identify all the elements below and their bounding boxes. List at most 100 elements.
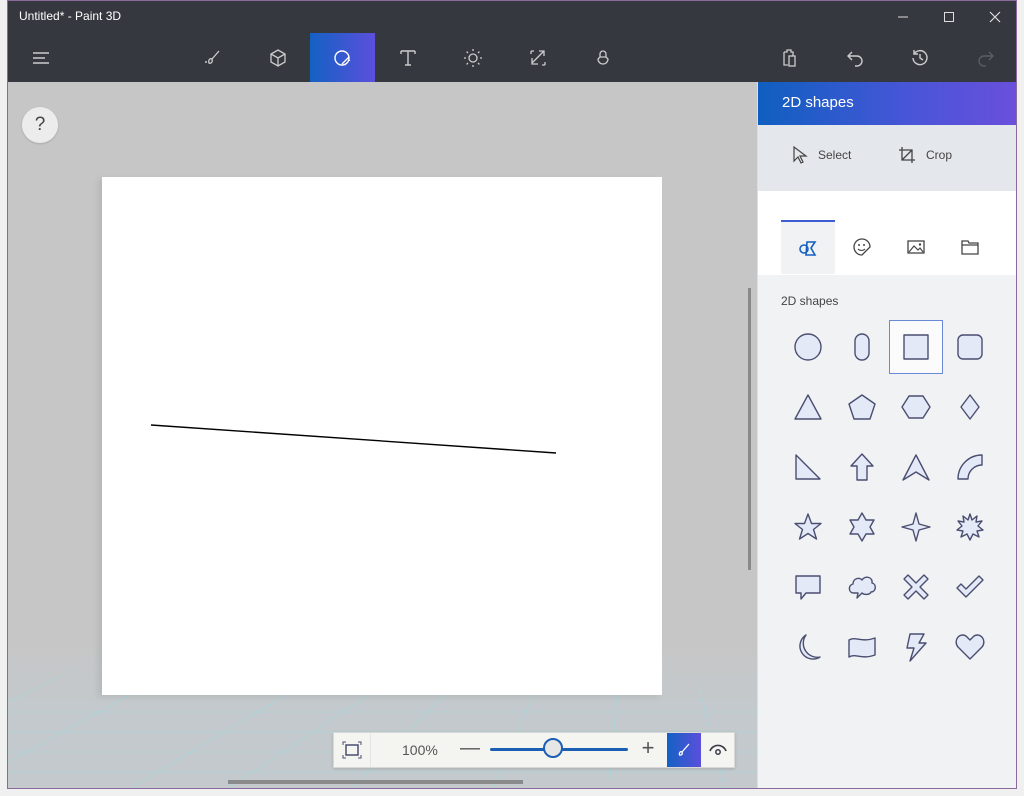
edit-mode-button[interactable] bbox=[667, 733, 701, 767]
minimize-icon bbox=[898, 16, 908, 18]
history-button[interactable] bbox=[887, 33, 952, 82]
oval-icon bbox=[854, 333, 870, 361]
undo-button[interactable] bbox=[822, 33, 887, 82]
paint-3d-window: Untitled* - Paint 3D ? 100% — + 2D shape… bbox=[7, 0, 1017, 789]
shape-star-5[interactable] bbox=[781, 500, 835, 554]
panel-tabs bbox=[758, 191, 1016, 275]
diamond-icon bbox=[960, 394, 980, 420]
select-crop-row: Select Crop bbox=[758, 125, 1016, 191]
select-label: Select bbox=[818, 148, 852, 162]
circle-icon bbox=[794, 333, 822, 361]
zoom-out-button[interactable]: — bbox=[460, 737, 480, 760]
pentagon-icon bbox=[848, 394, 876, 420]
shape-star-4[interactable] bbox=[889, 500, 943, 554]
tool-2d-shapes[interactable] bbox=[310, 33, 375, 82]
view-3d-button[interactable] bbox=[701, 733, 734, 767]
shape-thought-bubble[interactable] bbox=[835, 560, 889, 614]
tab-2d-shapes[interactable] bbox=[781, 220, 835, 274]
paste-icon bbox=[782, 48, 796, 67]
zoom-slider-thumb[interactable] bbox=[543, 738, 564, 758]
star-5-icon bbox=[794, 513, 822, 540]
shape-square[interactable] bbox=[889, 320, 943, 374]
shape-diamond[interactable] bbox=[943, 380, 997, 434]
shape-pentagon[interactable] bbox=[835, 380, 889, 434]
hamburger-menu-icon bbox=[32, 51, 49, 64]
vertical-scrollbar[interactable] bbox=[748, 288, 751, 570]
shape-quarter-arc[interactable] bbox=[943, 440, 997, 494]
shape-banner[interactable] bbox=[835, 620, 889, 674]
select-button[interactable]: Select bbox=[792, 146, 851, 164]
window-title: Untitled* - Paint 3D bbox=[19, 9, 122, 23]
brush-icon bbox=[678, 743, 690, 756]
redo-icon bbox=[977, 51, 994, 67]
shape-rounded-square[interactable] bbox=[943, 320, 997, 374]
shape-check-mark[interactable] bbox=[943, 560, 997, 614]
zoom-percentage: 100% bbox=[402, 742, 438, 758]
shape-right-triangle[interactable] bbox=[781, 440, 835, 494]
resize-icon bbox=[529, 49, 546, 66]
tab-textures[interactable] bbox=[889, 220, 943, 274]
banner-icon bbox=[848, 637, 876, 658]
minimize-button[interactable] bbox=[880, 1, 926, 33]
tool-text[interactable] bbox=[375, 33, 440, 82]
side-panel: 2D shapes Select Crop 2D shapes bbox=[757, 82, 1016, 788]
zoom-in-button[interactable]: + bbox=[637, 735, 659, 761]
tab-custom[interactable] bbox=[943, 220, 997, 274]
shapes-icon bbox=[799, 241, 817, 256]
shape-crescent[interactable] bbox=[781, 620, 835, 674]
maximize-icon bbox=[944, 12, 954, 22]
undo-icon bbox=[846, 51, 863, 67]
shape-up-arrow[interactable] bbox=[835, 440, 889, 494]
tool-canvas[interactable] bbox=[505, 33, 570, 82]
triangle-icon bbox=[794, 394, 822, 420]
star-6-icon bbox=[849, 512, 875, 542]
shape-arrowhead[interactable] bbox=[889, 440, 943, 494]
shape-lightning[interactable] bbox=[889, 620, 943, 674]
history-icon bbox=[911, 49, 928, 65]
panel-title: 2D shapes bbox=[782, 94, 854, 111]
horizontal-scrollbar[interactable] bbox=[228, 780, 523, 784]
lightning-icon bbox=[906, 633, 927, 662]
shape-heart[interactable] bbox=[943, 620, 997, 674]
tool-3d-shapes[interactable] bbox=[245, 33, 310, 82]
2d-shapes-icon bbox=[333, 49, 350, 66]
shape-hexagon[interactable] bbox=[889, 380, 943, 434]
crop-label: Crop bbox=[926, 148, 953, 162]
tool-brushes[interactable] bbox=[180, 33, 245, 82]
shape-starburst[interactable] bbox=[943, 500, 997, 554]
canvas-workspace[interactable]: ? 100% — + bbox=[8, 82, 757, 788]
shape-x-mark[interactable] bbox=[889, 560, 943, 614]
quarter-arc-icon bbox=[957, 454, 983, 480]
main-toolbar bbox=[8, 33, 1016, 82]
redo-button[interactable] bbox=[953, 33, 1016, 82]
paste-button[interactable] bbox=[756, 33, 821, 82]
sticker-lock-icon bbox=[596, 49, 609, 65]
tool-stickers[interactable] bbox=[570, 33, 635, 82]
shape-speech-bubble[interactable] bbox=[781, 560, 835, 614]
crop-icon bbox=[899, 147, 915, 163]
tool-effects[interactable] bbox=[440, 33, 505, 82]
close-button[interactable] bbox=[972, 1, 1016, 33]
fit-to-screen-button[interactable] bbox=[334, 733, 371, 767]
crop-button[interactable]: Crop bbox=[898, 146, 952, 164]
hexagon-icon bbox=[901, 395, 931, 419]
crescent-icon bbox=[799, 634, 821, 660]
heart-icon bbox=[955, 634, 985, 660]
brush-icon bbox=[204, 50, 219, 64]
help-button[interactable]: ? bbox=[22, 107, 58, 143]
drawing-canvas[interactable] bbox=[102, 177, 662, 695]
shape-circle[interactable] bbox=[781, 320, 835, 374]
thought-bubble-icon bbox=[848, 576, 876, 599]
shape-oval[interactable] bbox=[835, 320, 889, 374]
help-label: ? bbox=[34, 114, 46, 135]
shape-triangle[interactable] bbox=[781, 380, 835, 434]
square-icon bbox=[903, 334, 929, 360]
menu-button[interactable] bbox=[8, 33, 73, 82]
maximize-button[interactable] bbox=[926, 1, 972, 33]
tab-stickers[interactable] bbox=[835, 220, 889, 274]
text-icon bbox=[399, 49, 416, 66]
fit-screen-icon bbox=[342, 741, 362, 759]
eye-icon bbox=[708, 744, 727, 755]
shape-star-6[interactable] bbox=[835, 500, 889, 554]
folder-icon bbox=[961, 240, 979, 255]
